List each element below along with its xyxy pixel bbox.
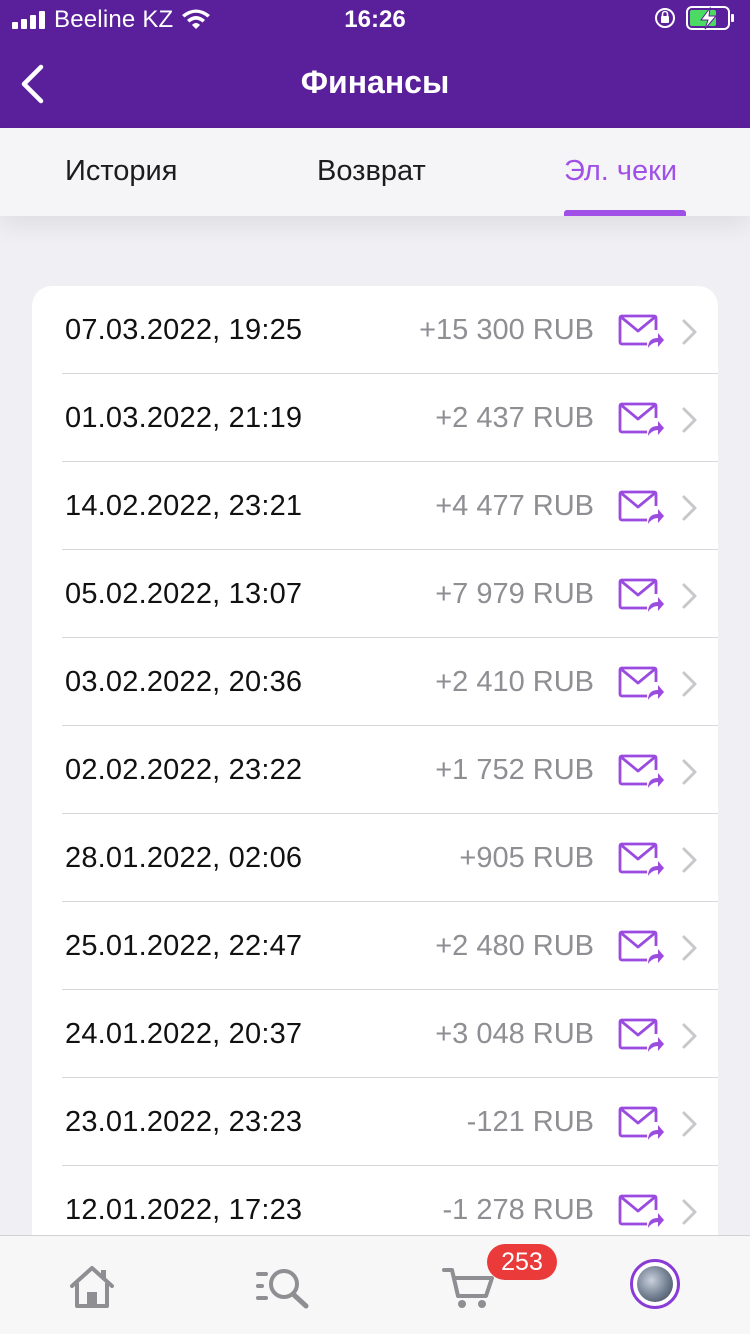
tab-e-receipts[interactable]: Эл. чеки bbox=[564, 155, 677, 188]
orientation-lock-icon bbox=[655, 8, 675, 28]
receipt-amount: +1 752 RUB bbox=[435, 754, 594, 786]
receipts-list: 07.03.2022, 19:25 +15 300 RUB 01.03.2022, … bbox=[32, 286, 718, 1286]
chevron-right-icon bbox=[681, 1199, 697, 1225]
send-receipt-email-icon[interactable] bbox=[618, 578, 664, 614]
chevron-right-icon bbox=[681, 671, 697, 697]
receipt-date: 05.02.2022, 13:07 bbox=[65, 578, 303, 610]
send-receipt-email-icon[interactable] bbox=[618, 930, 664, 966]
receipt-row[interactable]: 28.01.2022, 02:06 +905 RUB bbox=[32, 814, 718, 902]
status-bar: Beeline KZ 16:26 bbox=[0, 0, 750, 42]
receipt-date: 03.02.2022, 20:36 bbox=[65, 666, 303, 698]
receipt-date: 24.01.2022, 20:37 bbox=[65, 1018, 303, 1050]
send-receipt-email-icon[interactable] bbox=[618, 314, 664, 350]
send-receipt-email-icon[interactable] bbox=[618, 1194, 664, 1230]
battery-charging-icon bbox=[686, 6, 734, 30]
receipt-row[interactable]: 25.01.2022, 22:47 +2 480 RUB bbox=[32, 902, 718, 990]
avatar-image bbox=[637, 1266, 673, 1302]
receipt-date: 07.03.2022, 19:25 bbox=[65, 314, 303, 346]
nav-bar: Финансы bbox=[0, 42, 750, 128]
send-receipt-email-icon[interactable] bbox=[618, 402, 664, 438]
receipt-row[interactable]: 24.01.2022, 20:37 +3 048 RUB bbox=[32, 990, 718, 1078]
chevron-right-icon bbox=[681, 1023, 697, 1049]
home-tab[interactable] bbox=[68, 1264, 116, 1315]
receipt-date: 14.02.2022, 23:21 bbox=[65, 490, 303, 522]
send-receipt-email-icon[interactable] bbox=[618, 666, 664, 702]
receipt-row[interactable]: 01.03.2022, 21:19 +2 437 RUB bbox=[32, 374, 718, 462]
tab-history[interactable]: История bbox=[65, 155, 177, 188]
receipt-amount: -1 278 RUB bbox=[442, 1194, 594, 1226]
receipt-amount: +2 410 RUB bbox=[435, 666, 594, 698]
avatar bbox=[630, 1259, 680, 1309]
chevron-right-icon bbox=[681, 495, 697, 521]
receipt-date: 12.01.2022, 17:23 bbox=[65, 1194, 303, 1226]
cart-tab[interactable] bbox=[442, 1264, 496, 1315]
receipt-date: 28.01.2022, 02:06 bbox=[65, 842, 303, 874]
app-header: Beeline KZ 16:26 Финансы bbox=[0, 0, 750, 128]
receipt-row[interactable]: 23.01.2022, 23:23 -121 RUB bbox=[32, 1078, 718, 1166]
bottom-tab-bar: 253 bbox=[0, 1235, 750, 1334]
page-title: Финансы bbox=[300, 64, 450, 100]
receipt-row[interactable]: 05.02.2022, 13:07 +7 979 RUB bbox=[32, 550, 718, 638]
receipt-amount: +905 RUB bbox=[459, 842, 594, 874]
receipt-date: 01.03.2022, 21:19 bbox=[65, 402, 303, 434]
send-receipt-email-icon[interactable] bbox=[618, 1106, 664, 1142]
send-receipt-email-icon[interactable] bbox=[618, 842, 664, 878]
receipt-date: 23.01.2022, 23:23 bbox=[65, 1106, 303, 1138]
profile-tab[interactable] bbox=[630, 1259, 680, 1309]
send-receipt-email-icon[interactable] bbox=[618, 490, 664, 526]
segment-tabs: История Возврат Эл. чеки bbox=[0, 128, 750, 216]
chevron-right-icon bbox=[681, 847, 697, 873]
chevron-right-icon bbox=[681, 935, 697, 961]
chevron-right-icon bbox=[681, 407, 697, 433]
receipt-amount: +4 477 RUB bbox=[435, 490, 594, 522]
chevron-right-icon bbox=[681, 759, 697, 785]
receipt-amount: +2 437 RUB bbox=[435, 402, 594, 434]
status-time: 16:26 bbox=[344, 6, 406, 33]
cart-icon bbox=[442, 1268, 494, 1308]
send-receipt-email-icon[interactable] bbox=[618, 754, 664, 790]
chevron-right-icon bbox=[681, 319, 697, 345]
catalog-search-tab[interactable] bbox=[254, 1264, 312, 1315]
active-tab-indicator bbox=[564, 210, 686, 216]
receipt-amount: +15 300 RUB bbox=[419, 314, 594, 346]
receipt-row[interactable]: 07.03.2022, 19:25 +15 300 RUB bbox=[32, 286, 718, 374]
chevron-right-icon bbox=[681, 583, 697, 609]
chevron-right-icon bbox=[681, 1111, 697, 1137]
receipt-row[interactable]: 14.02.2022, 23:21 +4 477 RUB bbox=[32, 462, 718, 550]
receipt-amount: -121 RUB bbox=[466, 1106, 594, 1138]
send-receipt-email-icon[interactable] bbox=[618, 1018, 664, 1054]
receipt-amount: +7 979 RUB bbox=[435, 578, 594, 610]
receipt-row[interactable]: 02.02.2022, 23:22 +1 752 RUB bbox=[32, 726, 718, 814]
tab-refund[interactable]: Возврат bbox=[317, 155, 426, 188]
receipt-amount: +3 048 RUB bbox=[435, 1018, 594, 1050]
home-icon bbox=[70, 1266, 114, 1308]
search-icon bbox=[256, 1269, 309, 1309]
cart-badge: 253 bbox=[487, 1244, 557, 1280]
status-right-icons bbox=[654, 5, 736, 31]
receipt-date: 02.02.2022, 23:22 bbox=[65, 754, 303, 786]
receipt-row[interactable]: 03.02.2022, 20:36 +2 410 RUB bbox=[32, 638, 718, 726]
receipt-date: 25.01.2022, 22:47 bbox=[65, 930, 303, 962]
receipt-amount: +2 480 RUB bbox=[435, 930, 594, 962]
